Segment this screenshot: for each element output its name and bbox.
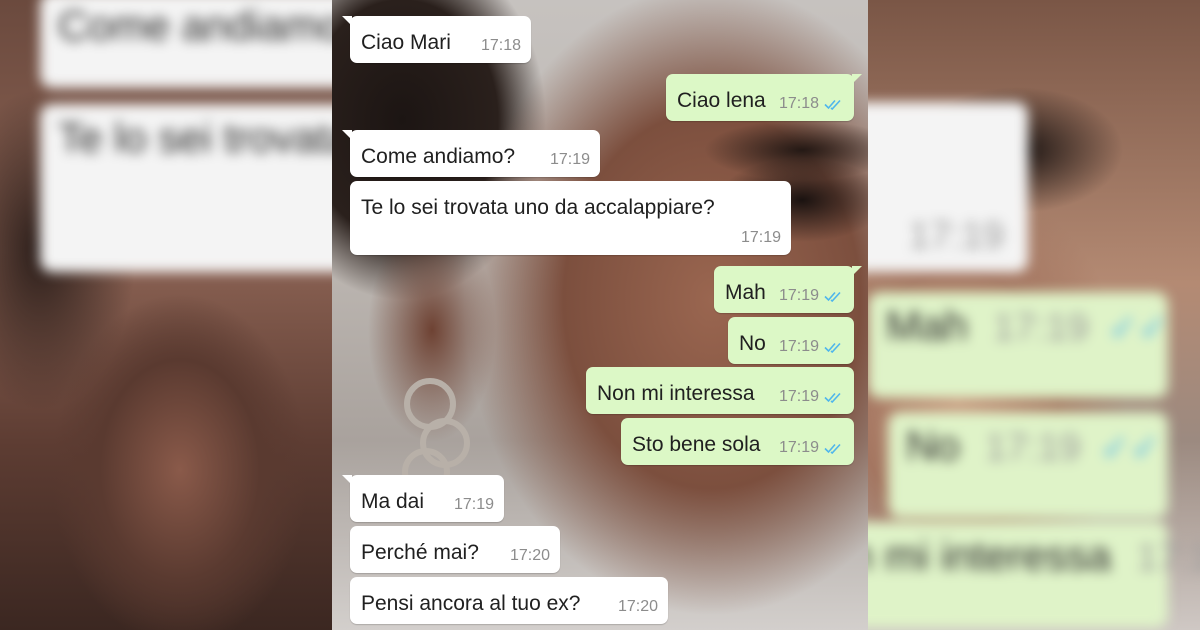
message-time: 17:19: [453, 496, 494, 513]
message-meta: 17:19: [779, 389, 844, 405]
message-meta: 17:20: [510, 548, 550, 564]
message-text: Come andiamo?: [361, 145, 516, 168]
message-text: Ma dai: [361, 490, 425, 513]
blurred-timestamp: 17:19: [985, 427, 1081, 469]
double-check-icon: [824, 99, 841, 110]
message-time: 17:19: [549, 151, 590, 168]
blurred-background-left: Come andiamo? Te lo sei trovata uno da a…: [0, 0, 332, 630]
message-meta: 17:19: [454, 497, 494, 513]
blurred-background-right: 17:19 Mah 17:19 ✓✓ No 17:19 ✓✓ Non mi in…: [868, 0, 1200, 630]
blurred-bubble: 17:19: [868, 102, 1028, 272]
message-time: 17:20: [509, 547, 550, 564]
blurred-chat-echo-right: 17:19 Mah 17:19 ✓✓ No 17:19 ✓✓ Non mi in…: [868, 0, 1200, 630]
message-time: 17:19: [778, 388, 819, 405]
message-meta: 17:19: [741, 230, 781, 246]
message-bubble-outgoing[interactable]: Sto bene sola 17:19: [621, 418, 854, 465]
double-check-icon: [824, 342, 841, 353]
message-time: 17:18: [778, 95, 819, 112]
message-meta: 17:19: [550, 152, 590, 168]
message-meta: 17:19: [779, 440, 844, 456]
message-bubble-incoming[interactable]: Te lo sei trovata uno da accalappiare? 1…: [350, 181, 791, 255]
message-meta: 17:19: [779, 288, 844, 304]
blurred-bubble: Mah 17:19 ✓✓: [868, 292, 1168, 398]
message-text: Te lo sei trovata uno da accalappiare?: [361, 196, 715, 219]
double-check-icon: ✓✓: [1100, 427, 1161, 468]
message-text: Sto bene sola: [632, 433, 761, 456]
message-time: 17:20: [617, 598, 658, 615]
message-text: Mah: [725, 281, 766, 304]
message-bubble-outgoing[interactable]: Non mi interessa 17:19: [586, 367, 854, 414]
blurred-bubble: No 17:19 ✓✓: [888, 412, 1168, 518]
chat-screenshot: Ciao Mari 17:18 Ciao lena 17:18 Come and…: [332, 0, 868, 630]
message-bubble-incoming[interactable]: Perché mai? 17:20: [350, 526, 560, 573]
message-bubble-outgoing[interactable]: Mah 17:19: [714, 266, 862, 313]
message-text: Perché mai?: [361, 541, 479, 564]
blurred-timestamp: 17:19: [993, 307, 1089, 349]
message-time: 17:19: [740, 229, 781, 246]
double-check-icon: [824, 392, 841, 403]
blurred-bubble-text: Come andiamo?: [58, 2, 332, 49]
message-time: 17:19: [778, 287, 819, 304]
message-bubble-incoming[interactable]: Come andiamo? 17:19: [342, 130, 600, 177]
message-bubble-incoming[interactable]: Ciao Mari 17:18: [342, 16, 531, 63]
double-check-icon: ✓✓: [1108, 307, 1169, 348]
message-bubble-outgoing[interactable]: No 17:19: [728, 317, 854, 364]
message-bubble-incoming[interactable]: Pensi ancora al tuo ex? 17:20: [350, 577, 668, 624]
message-time: 17:19: [778, 439, 819, 456]
blurred-bubble: Come andiamo?: [40, 0, 332, 88]
double-check-icon: [824, 443, 841, 454]
double-check-icon: [824, 291, 841, 302]
blurred-bubble: Te lo sei trovata uno da accalappiare?: [40, 104, 332, 272]
blurred-timestamp: 17:19: [1136, 537, 1200, 579]
message-meta: 17:18: [481, 38, 521, 54]
blurred-bubble-text: Mah: [886, 302, 968, 349]
blurred-timestamp: 17:19: [908, 215, 1004, 257]
message-time: 17:18: [480, 37, 521, 54]
message-meta: 17:18: [779, 96, 844, 112]
blurred-chat-echo-left: Come andiamo? Te lo sei trovata uno da a…: [0, 0, 332, 630]
blurred-bubble-text: Non mi interessa: [868, 532, 1112, 579]
blurred-bubble: Non mi interessa 17:19 ✓✓: [868, 522, 1200, 628]
message-text: Ciao lena: [677, 89, 766, 112]
message-bubble-outgoing[interactable]: Ciao lena 17:18: [666, 74, 862, 121]
message-text: Non mi interessa: [597, 382, 755, 405]
message-text: No: [739, 332, 766, 355]
message-bubble-incoming[interactable]: Ma dai 17:19: [342, 475, 504, 522]
message-time: 17:19: [778, 338, 819, 355]
blurred-bubble-text: Te lo sei trovata uno da accalappiare?: [58, 114, 332, 161]
message-text: Pensi ancora al tuo ex?: [361, 592, 581, 615]
blurred-bubble-text: No: [906, 422, 960, 469]
message-meta: 17:20: [618, 599, 658, 615]
message-text: Ciao Mari: [361, 31, 451, 54]
message-meta: 17:19: [779, 339, 844, 355]
